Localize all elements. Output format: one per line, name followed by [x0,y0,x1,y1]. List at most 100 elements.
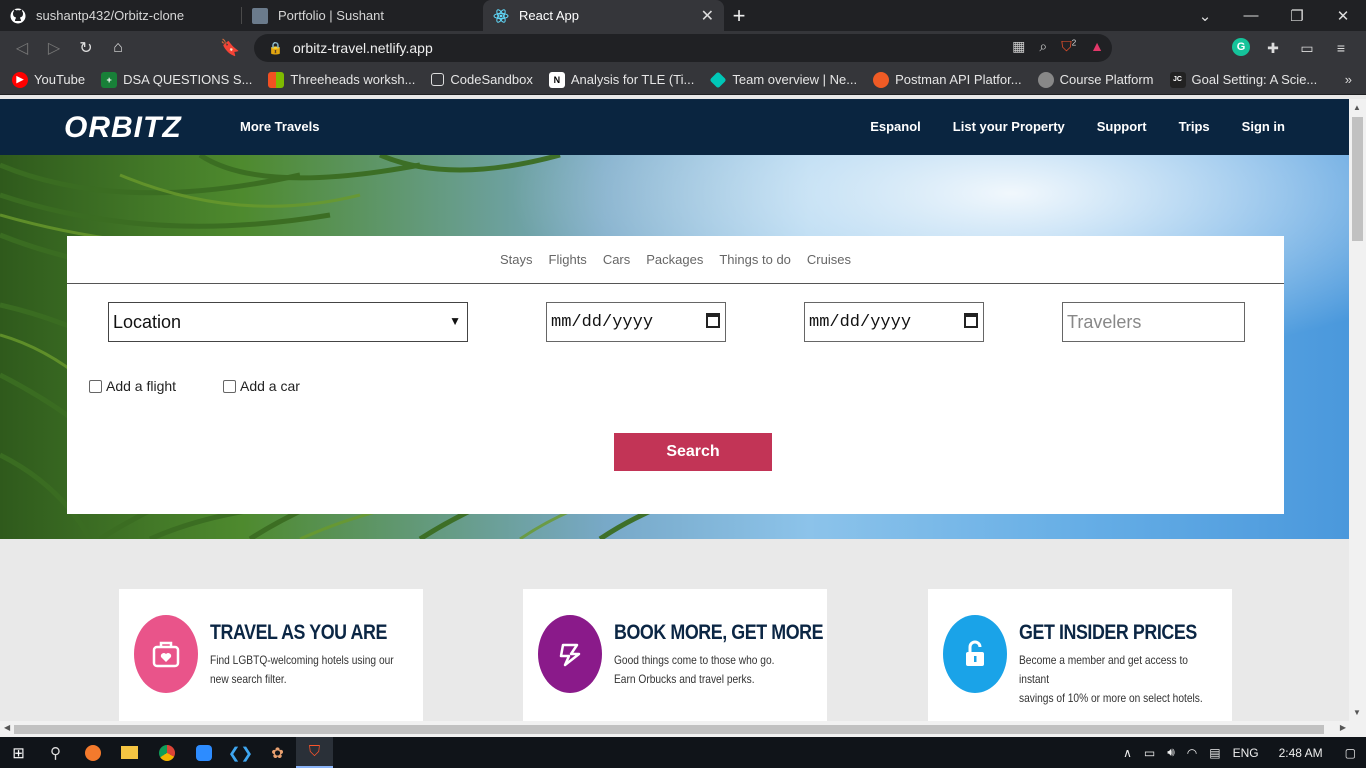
bookmark-icon[interactable]: 🔖 [214,34,246,62]
postman-icon [873,71,890,88]
scrollbar-thumb[interactable] [1352,117,1363,241]
bookmark-team-overview[interactable]: Team overview | Ne... [709,71,857,88]
horizontal-scrollbar[interactable]: ◀ ▶ [0,721,1366,737]
clock[interactable]: 2:48 AM [1279,746,1323,760]
hero-banner: Stays Flights Cars Packages Things to do… [0,155,1349,539]
nav-sign-in[interactable]: Sign in [1242,119,1285,134]
tab-portfolio[interactable]: Portfolio | Sushant [242,0,483,31]
language-indicator[interactable]: ENG [1233,746,1259,760]
menu-icon[interactable]: ≡ [1330,38,1352,58]
windows-start-icon[interactable]: ⊞ [0,737,37,768]
wifi-icon[interactable]: ◠ [1187,746,1197,760]
add-car-checkbox[interactable]: Add a car [223,378,300,394]
checkin-date-input[interactable]: mm/dd/yyyy [546,302,726,342]
tab-cruises[interactable]: Cruises [807,252,851,267]
tab-cars[interactable]: Cars [603,252,630,267]
forward-button[interactable]: ▷ [38,34,70,62]
scroll-up-icon[interactable]: ▲ [1353,103,1361,112]
chevron-up-icon[interactable]: ∧ [1123,746,1132,760]
action-center-icon[interactable]: ▢ [1345,746,1356,760]
app-icon-settings[interactable]: ✿ [259,737,296,768]
restore-button[interactable]: ❐ [1274,0,1320,31]
tab-search-icon[interactable]: ⌄ [1182,0,1228,31]
promo-description: Good things come to those who go. Earn O… [614,653,775,686]
page-viewport: ORBITZ More Travels Espanol List your Pr… [0,99,1349,721]
tab-stays[interactable]: Stays [500,252,533,267]
promo-title: GET INSIDER PRICES [1019,621,1197,644]
scrollbar-thumb[interactable] [14,725,1324,734]
calendar-icon[interactable] [964,313,978,328]
scroll-left-icon[interactable]: ◀ [4,723,10,732]
zoom-app-icon[interactable] [185,737,222,768]
qr-code-icon[interactable]: ▦ [1012,38,1025,55]
suitcase-heart-icon [134,615,198,693]
nav-support[interactable]: Support [1097,119,1147,134]
add-flight-checkbox[interactable]: Add a flight [89,378,176,394]
tab-github[interactable]: sushantp432/Orbitz-clone [0,0,241,31]
bookmark-course-platform[interactable]: Course Platform [1037,71,1154,88]
orbitz-logo[interactable]: ORBITZ [64,111,182,145]
back-button[interactable]: ◁ [6,34,38,62]
zoom-icon[interactable]: ⌕ [1039,38,1047,55]
grammarly-icon[interactable]: G [1232,38,1250,56]
tab-react-app[interactable]: React App ✕ [483,0,724,31]
extensions-icon[interactable]: ✚ [1262,38,1284,58]
bookmark-youtube[interactable]: ▶ YouTube [12,71,85,88]
vscode-icon[interactable]: ❮❯ [222,737,259,768]
scroll-right-icon[interactable]: ▶ [1340,723,1346,732]
bookmark-analysis[interactable]: N Analysis for TLE (Ti... [548,71,694,88]
close-window-button[interactable]: ✕ [1320,0,1366,31]
bookmark-goal-setting[interactable]: JC Goal Setting: A Scie... [1169,71,1317,88]
promo-card-book-more[interactable]: BOOK MORE, GET MORE Good things come to … [523,589,827,721]
bookmarks-bar: ▶ YouTube + DSA QUESTIONS S... Threeheads … [0,65,1366,95]
windows-taskbar: ⊞ ⚲ ❮❯ ✿ ⛉ ∧ ▭ 🔊︎ ◠ ▤ ENG 2:48 AM ▢ [0,737,1366,768]
home-button[interactable]: ⌂ [102,34,134,62]
checkout-date-input[interactable]: mm/dd/yyyy [804,302,984,342]
search-button[interactable]: Search [614,433,772,471]
more-bookmarks-icon[interactable]: » [1345,72,1352,87]
brave-browser-icon[interactable]: ⛉ [296,737,333,768]
reload-button[interactable]: ↻ [70,34,102,62]
promo-title: BOOK MORE, GET MORE [614,621,824,644]
close-tab-icon[interactable]: ✕ [701,6,714,26]
vertical-scrollbar[interactable]: ▲ ▼ [1349,99,1366,721]
tab-packages[interactable]: Packages [646,252,703,267]
more-travels-link[interactable]: More Travels [240,119,320,134]
volume-icon[interactable]: 🔊︎ [1167,745,1175,760]
tab-flights[interactable]: Flights [549,252,587,267]
tab-things-to-do[interactable]: Things to do [719,252,791,267]
battery-icon[interactable]: ▭ [1144,746,1155,760]
travelers-input[interactable]: Travelers [1062,302,1245,342]
bookmark-codesandbox[interactable]: CodeSandbox [431,72,533,87]
checkbox[interactable] [89,379,102,393]
site-header: ORBITZ More Travels Espanol List your Pr… [0,99,1349,155]
address-bar[interactable]: 🔒 orbitz-travel.netlify.app ▦ ⌕ ⛉2 ▲ [254,34,1112,62]
checkbox[interactable] [223,379,236,393]
notification-icon[interactable]: ▤ [1209,746,1220,760]
lock-icon: 🔒 [268,41,283,55]
file-explorer-icon[interactable] [111,737,148,768]
bookmark-dsa[interactable]: + DSA QUESTIONS S... [101,71,252,88]
jc-icon: JC [1169,71,1186,88]
nav-trips[interactable]: Trips [1179,119,1210,134]
wallet-icon[interactable]: ▭ [1296,38,1318,58]
promo-card-travel[interactable]: TRAVEL AS YOU ARE Find LGBTQ-welcoming h… [119,589,423,721]
promo-title: TRAVEL AS YOU ARE [210,621,387,644]
bookmark-threeheads[interactable]: Threeheads worksh... [268,71,415,88]
promo-card-insider-prices[interactable]: GET INSIDER PRICES Become a member and g… [928,589,1232,721]
scroll-down-icon[interactable]: ▼ [1353,708,1361,717]
nav-espanol[interactable]: Espanol [870,119,921,134]
location-select[interactable]: Location ▼ [108,302,468,342]
chrome-icon[interactable] [148,737,185,768]
new-tab-button[interactable]: + [724,0,754,31]
sheets-icon: + [101,71,118,88]
brave-rewards-icon[interactable]: ▲ [1090,38,1104,55]
brave-shield-icon[interactable]: ⛉2 [1061,38,1076,55]
search-icon[interactable]: ⚲ [37,737,74,768]
github-icon [10,8,26,24]
nav-list-property[interactable]: List your Property [953,119,1065,134]
bookmark-postman[interactable]: Postman API Platfor... [873,71,1022,88]
calendar-icon[interactable] [706,313,720,328]
minimize-button[interactable]: — [1228,0,1274,31]
app-icon-orange[interactable] [74,737,111,768]
